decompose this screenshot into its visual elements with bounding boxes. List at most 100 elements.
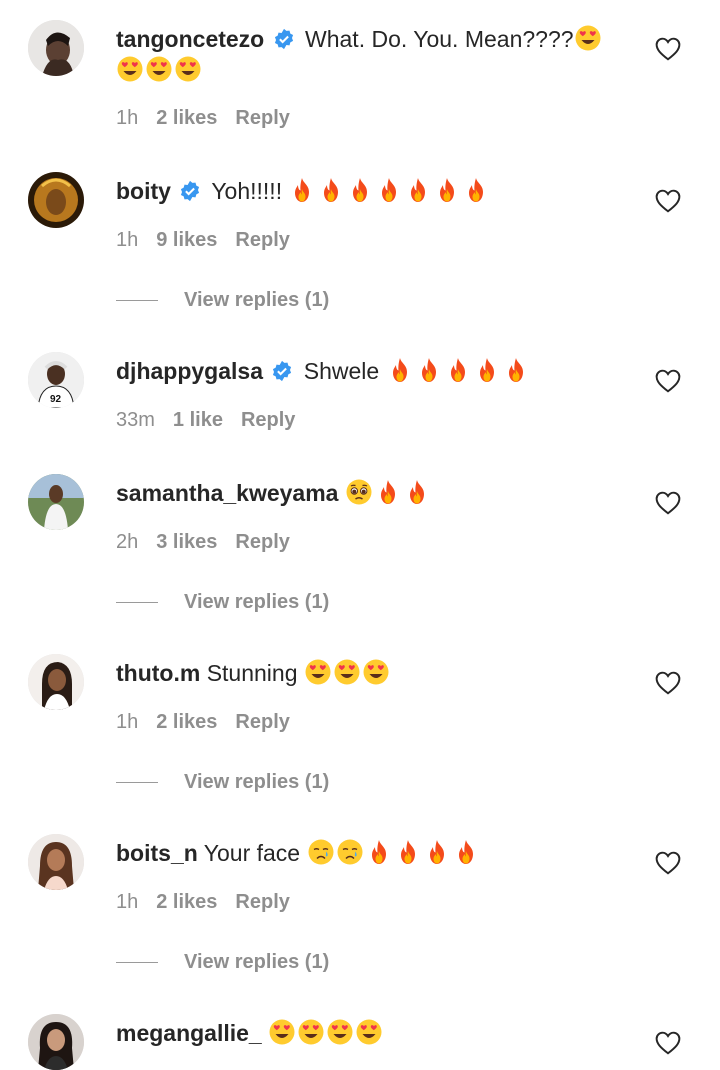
avatar[interactable] <box>28 474 84 530</box>
divider <box>116 602 158 604</box>
avatar[interactable] <box>28 1014 84 1070</box>
likes-count[interactable]: 3 likes <box>156 531 217 553</box>
comment-text: megangallie_ <box>116 1018 646 1049</box>
reply-button[interactable]: Reply <box>235 229 289 251</box>
username[interactable]: megangallie_ <box>116 1020 262 1046</box>
avatar[interactable] <box>28 834 84 890</box>
like-heart-icon[interactable] <box>655 1031 681 1055</box>
heart-eyes-emoji-icon <box>268 1018 296 1046</box>
heart-eyes-emoji-icon <box>174 55 202 83</box>
timestamp: 2h <box>116 531 139 553</box>
comment-meta: 33m 1 like Reply <box>116 409 313 432</box>
comment-meta: 1h 2 likes Reply <box>116 891 308 914</box>
reply-button[interactable]: Reply <box>235 891 289 913</box>
avatar[interactable] <box>28 654 84 710</box>
fire-emoji-icon <box>404 176 432 204</box>
username[interactable]: thuto.m <box>116 660 200 686</box>
comment-meta: 1h 9 likes Reply <box>116 229 308 252</box>
fire-emoji-icon <box>394 838 422 866</box>
likes-count[interactable]: 1 like <box>173 409 223 431</box>
view-replies-button[interactable]: View replies (1) <box>116 591 329 614</box>
fire-emoji-icon <box>374 478 402 506</box>
username[interactable]: djhappygalsa <box>116 358 263 384</box>
heart-eyes-emoji-icon <box>574 24 602 52</box>
verified-badge-icon <box>179 180 201 202</box>
comment-text: samantha_kweyama <box>116 478 646 509</box>
reply-button[interactable]: Reply <box>235 531 289 553</box>
heart-eyes-emoji-icon <box>145 55 173 83</box>
like-heart-icon[interactable] <box>655 369 681 393</box>
timestamp: 1h <box>116 711 139 733</box>
likes-count[interactable]: 2 likes <box>156 711 217 733</box>
reply-button[interactable]: Reply <box>241 409 295 431</box>
timestamp: 33m <box>116 409 155 431</box>
timestamp: 1h <box>116 107 139 129</box>
fire-emoji-icon <box>433 176 461 204</box>
likes-count[interactable]: 2 likes <box>156 107 217 129</box>
username[interactable]: boits_n <box>116 840 198 866</box>
like-heart-icon[interactable] <box>655 491 681 515</box>
username[interactable]: boity <box>116 178 171 204</box>
emoji-group <box>116 55 203 83</box>
fire-emoji-icon <box>346 176 374 204</box>
comment-body: Your face <box>203 840 301 866</box>
heart-eyes-emoji-icon <box>304 658 332 686</box>
like-heart-icon[interactable] <box>655 671 681 695</box>
comment-text: boity Yoh!!!!! <box>116 176 646 207</box>
username[interactable]: samantha_kweyama <box>116 480 338 506</box>
emoji-group <box>307 838 481 866</box>
comment-meta: 1h 2 likes Reply <box>116 711 308 734</box>
comment-meta: 2h 3 likes Reply <box>116 531 308 554</box>
reply-button[interactable]: Reply <box>235 711 289 733</box>
view-replies-button[interactable]: View replies (1) <box>116 771 329 794</box>
reply-button[interactable]: Reply <box>235 107 289 129</box>
fire-emoji-icon <box>473 356 501 384</box>
fire-emoji-icon <box>502 356 530 384</box>
divider <box>116 300 158 302</box>
comment-body: What. Do. You. Mean???? <box>305 26 574 52</box>
fire-emoji-icon <box>444 356 472 384</box>
like-heart-icon[interactable] <box>655 189 681 213</box>
emoji-group <box>304 658 391 686</box>
view-replies-button[interactable]: View replies (1) <box>116 289 329 312</box>
crying-face-emoji-icon <box>336 838 364 866</box>
fire-emoji-icon <box>375 176 403 204</box>
heart-eyes-emoji-icon <box>355 1018 383 1046</box>
view-replies-label: View replies (1) <box>184 591 330 613</box>
heart-eyes-emoji-icon <box>297 1018 325 1046</box>
heart-eyes-emoji-icon <box>326 1018 354 1046</box>
fire-emoji-icon <box>317 176 345 204</box>
view-replies-label: View replies (1) <box>184 951 330 973</box>
likes-count[interactable]: 9 likes <box>156 229 217 251</box>
emoji-group <box>345 478 432 506</box>
emoji-group <box>386 358 531 384</box>
fire-emoji-icon <box>288 176 316 204</box>
pleading-face-emoji-icon <box>345 478 373 506</box>
comment-body: Shwele <box>303 358 380 384</box>
crying-face-emoji-icon <box>307 838 335 866</box>
avatar[interactable] <box>28 20 84 76</box>
timestamp: 1h <box>116 891 139 913</box>
fire-emoji-icon <box>415 356 443 384</box>
view-replies-label: View replies (1) <box>184 771 330 793</box>
fire-emoji-icon <box>386 356 414 384</box>
avatar[interactable] <box>28 172 84 228</box>
username[interactable]: tangoncetezo <box>116 26 264 52</box>
avatar[interactable]: 92 <box>28 352 84 408</box>
likes-count[interactable]: 2 likes <box>156 891 217 913</box>
heart-eyes-emoji-icon <box>116 55 144 83</box>
svg-text:92: 92 <box>50 394 62 405</box>
comment-body: Stunning <box>206 660 298 686</box>
view-replies-label: View replies (1) <box>184 289 330 311</box>
like-heart-icon[interactable] <box>655 37 681 61</box>
comment-text: boits_n Your face <box>116 838 646 869</box>
fire-emoji-icon <box>452 838 480 866</box>
comment-text: djhappygalsa Shwele <box>116 356 646 387</box>
comment-body: Yoh!!!!! <box>211 178 283 204</box>
fire-emoji-icon <box>423 838 451 866</box>
emoji-group <box>268 1018 384 1046</box>
like-heart-icon[interactable] <box>655 851 681 875</box>
comment-meta: 1h 2 likes Reply <box>116 107 308 130</box>
fire-emoji-icon <box>365 838 393 866</box>
view-replies-button[interactable]: View replies (1) <box>116 951 329 974</box>
